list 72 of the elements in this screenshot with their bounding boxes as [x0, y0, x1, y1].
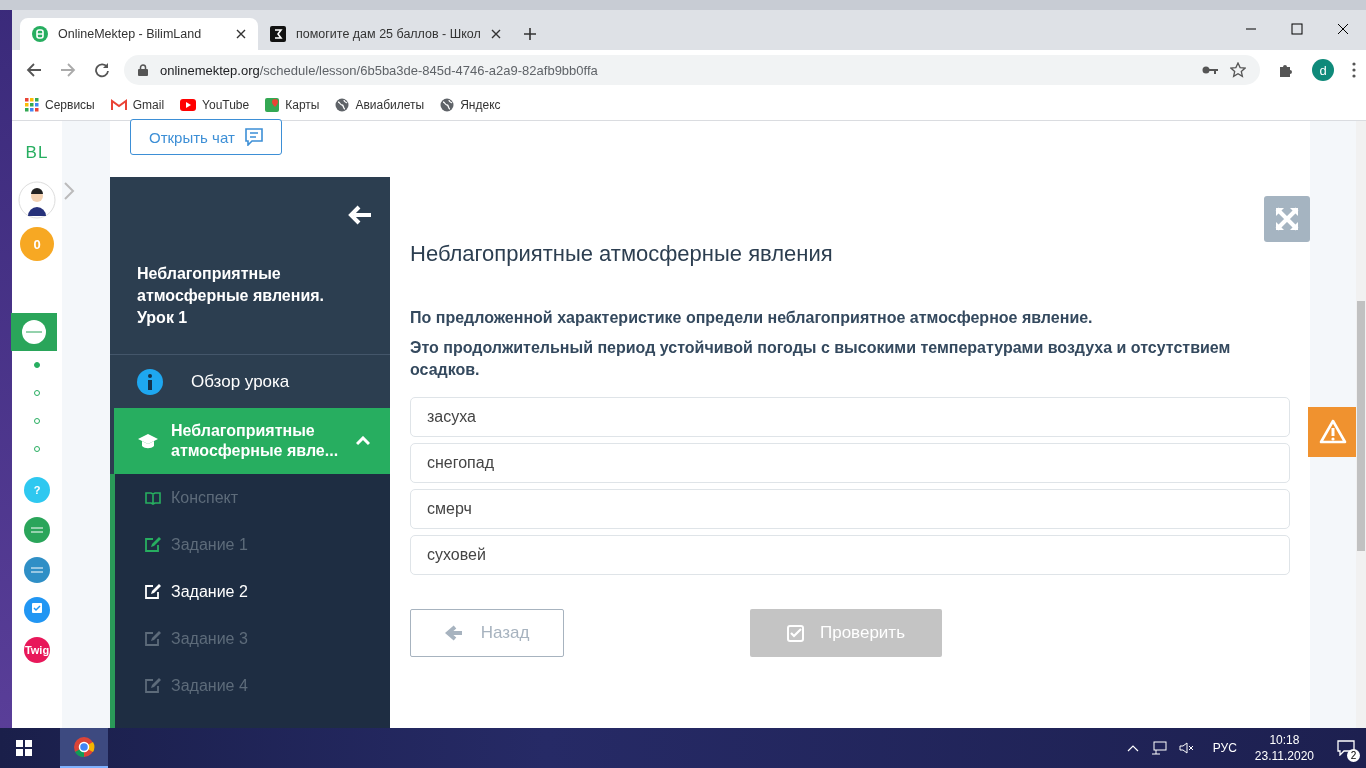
maximize-icon[interactable]: [1291, 23, 1303, 35]
star-icon[interactable]: [1230, 62, 1246, 78]
puzzle-icon[interactable]: [1278, 62, 1294, 78]
app-logo-icon[interactable]: [24, 517, 50, 543]
lesson-title: Неблагоприятные атмосферные явления. Урок 1: [137, 264, 326, 328]
map-pin-icon: [265, 98, 280, 112]
info-icon: [137, 368, 163, 395]
app-button[interactable]: Twig: [24, 637, 50, 663]
book-icon: [145, 490, 161, 505]
answer-option[interactable]: снегопад: [410, 443, 1290, 483]
close-icon[interactable]: [1337, 23, 1349, 35]
back-arrow-icon[interactable]: [26, 62, 42, 78]
edit-icon: [145, 584, 161, 599]
browser-icon: [73, 736, 95, 758]
app-logo-icon[interactable]: [24, 557, 50, 583]
bookmark-link[interactable]: Авиабилеты: [335, 98, 425, 112]
bookmark-link[interactable]: Сервисы: [25, 98, 95, 112]
edit-icon: [145, 678, 161, 693]
address-bar[interactable]: onlinemektep.org/schedule/lesson/6b5ba3de-845d-4746-a2a9-82afb9bb0ffa: [124, 55, 1260, 85]
taskbar-browser-button[interactable]: [60, 728, 108, 768]
play-icon: [180, 99, 197, 111]
bookmark-link[interactable]: YouTube: [180, 98, 250, 112]
bookmark-link[interactable]: Карты: [265, 98, 320, 112]
notification-count: 2: [1347, 749, 1360, 762]
lesson-overview-item[interactable]: Обзор урока: [110, 355, 390, 408]
reload-icon[interactable]: [94, 62, 110, 78]
scrollbar-thumb[interactable]: [1357, 301, 1365, 551]
profile-avatar[interactable]: d: [1312, 59, 1334, 81]
lock-icon: [138, 64, 148, 76]
notifications-button[interactable]: 2: [1326, 728, 1366, 768]
windows-start-icon[interactable]: [16, 740, 32, 756]
globe-icon: [440, 98, 455, 112]
clock-date[interactable]: 23.11.2020: [1254, 748, 1314, 764]
answer-option[interactable]: засуха: [410, 397, 1290, 437]
answer-option[interactable]: суховей: [410, 535, 1290, 575]
lesson-item[interactable]: Задание 2: [115, 568, 390, 615]
grid-icon: [25, 98, 39, 112]
graduation-cap-icon: [137, 433, 159, 449]
menu-icon[interactable]: [1352, 62, 1356, 78]
chevron-up-icon: [356, 436, 370, 446]
muted-speaker-icon[interactable]: [1178, 741, 1195, 755]
task-heading: Неблагоприятные атмосферные явления: [410, 241, 834, 267]
bookmark-link[interactable]: Яндекс: [440, 98, 501, 112]
checkbox-app-icon[interactable]: [24, 597, 50, 623]
close-icon[interactable]: [490, 29, 501, 39]
left-arrow-icon: [444, 625, 463, 641]
close-icon[interactable]: [236, 29, 246, 39]
avatar-icon[interactable]: [18, 181, 56, 219]
browser-tab[interactable]: помогите дам 25 баллов - Школ: [258, 18, 513, 50]
browser-tab[interactable]: OnlineMektep - BilimLand: [20, 18, 258, 50]
globe-icon: [335, 98, 350, 112]
edit-icon: [145, 537, 161, 552]
site-logo-icon: [270, 26, 286, 42]
question-text: По предложенной характеристике определи неблагоприятное атмосферное явление.: [410, 308, 1094, 328]
envelope-icon: [110, 99, 127, 111]
step-dot[interactable]: [34, 362, 40, 368]
open-chat-button[interactable]: Открыть чат: [130, 119, 282, 155]
answer-option[interactable]: смерч: [410, 489, 1290, 529]
question-text: Это продолжительный период устойчивой погоды с высокими температурами воздуха и отсутствием осадков.: [410, 338, 1232, 380]
edit-icon: [145, 631, 161, 646]
chevron-up-icon[interactable]: [1126, 744, 1139, 752]
checkbox-icon: [787, 624, 804, 642]
key-icon[interactable]: [1202, 65, 1218, 75]
network-icon[interactable]: [1150, 741, 1167, 755]
app-logo-icon[interactable]: [11, 313, 57, 351]
site-logo-icon: [32, 26, 48, 42]
coin-badge: 0: [20, 227, 54, 261]
language-indicator[interactable]: РУС: [1212, 741, 1237, 755]
new-tab-icon[interactable]: [522, 27, 537, 41]
bookmark-link[interactable]: Gmail: [110, 98, 165, 112]
clock-time[interactable]: 10:18: [1269, 732, 1300, 748]
chat-icon: [244, 128, 263, 146]
